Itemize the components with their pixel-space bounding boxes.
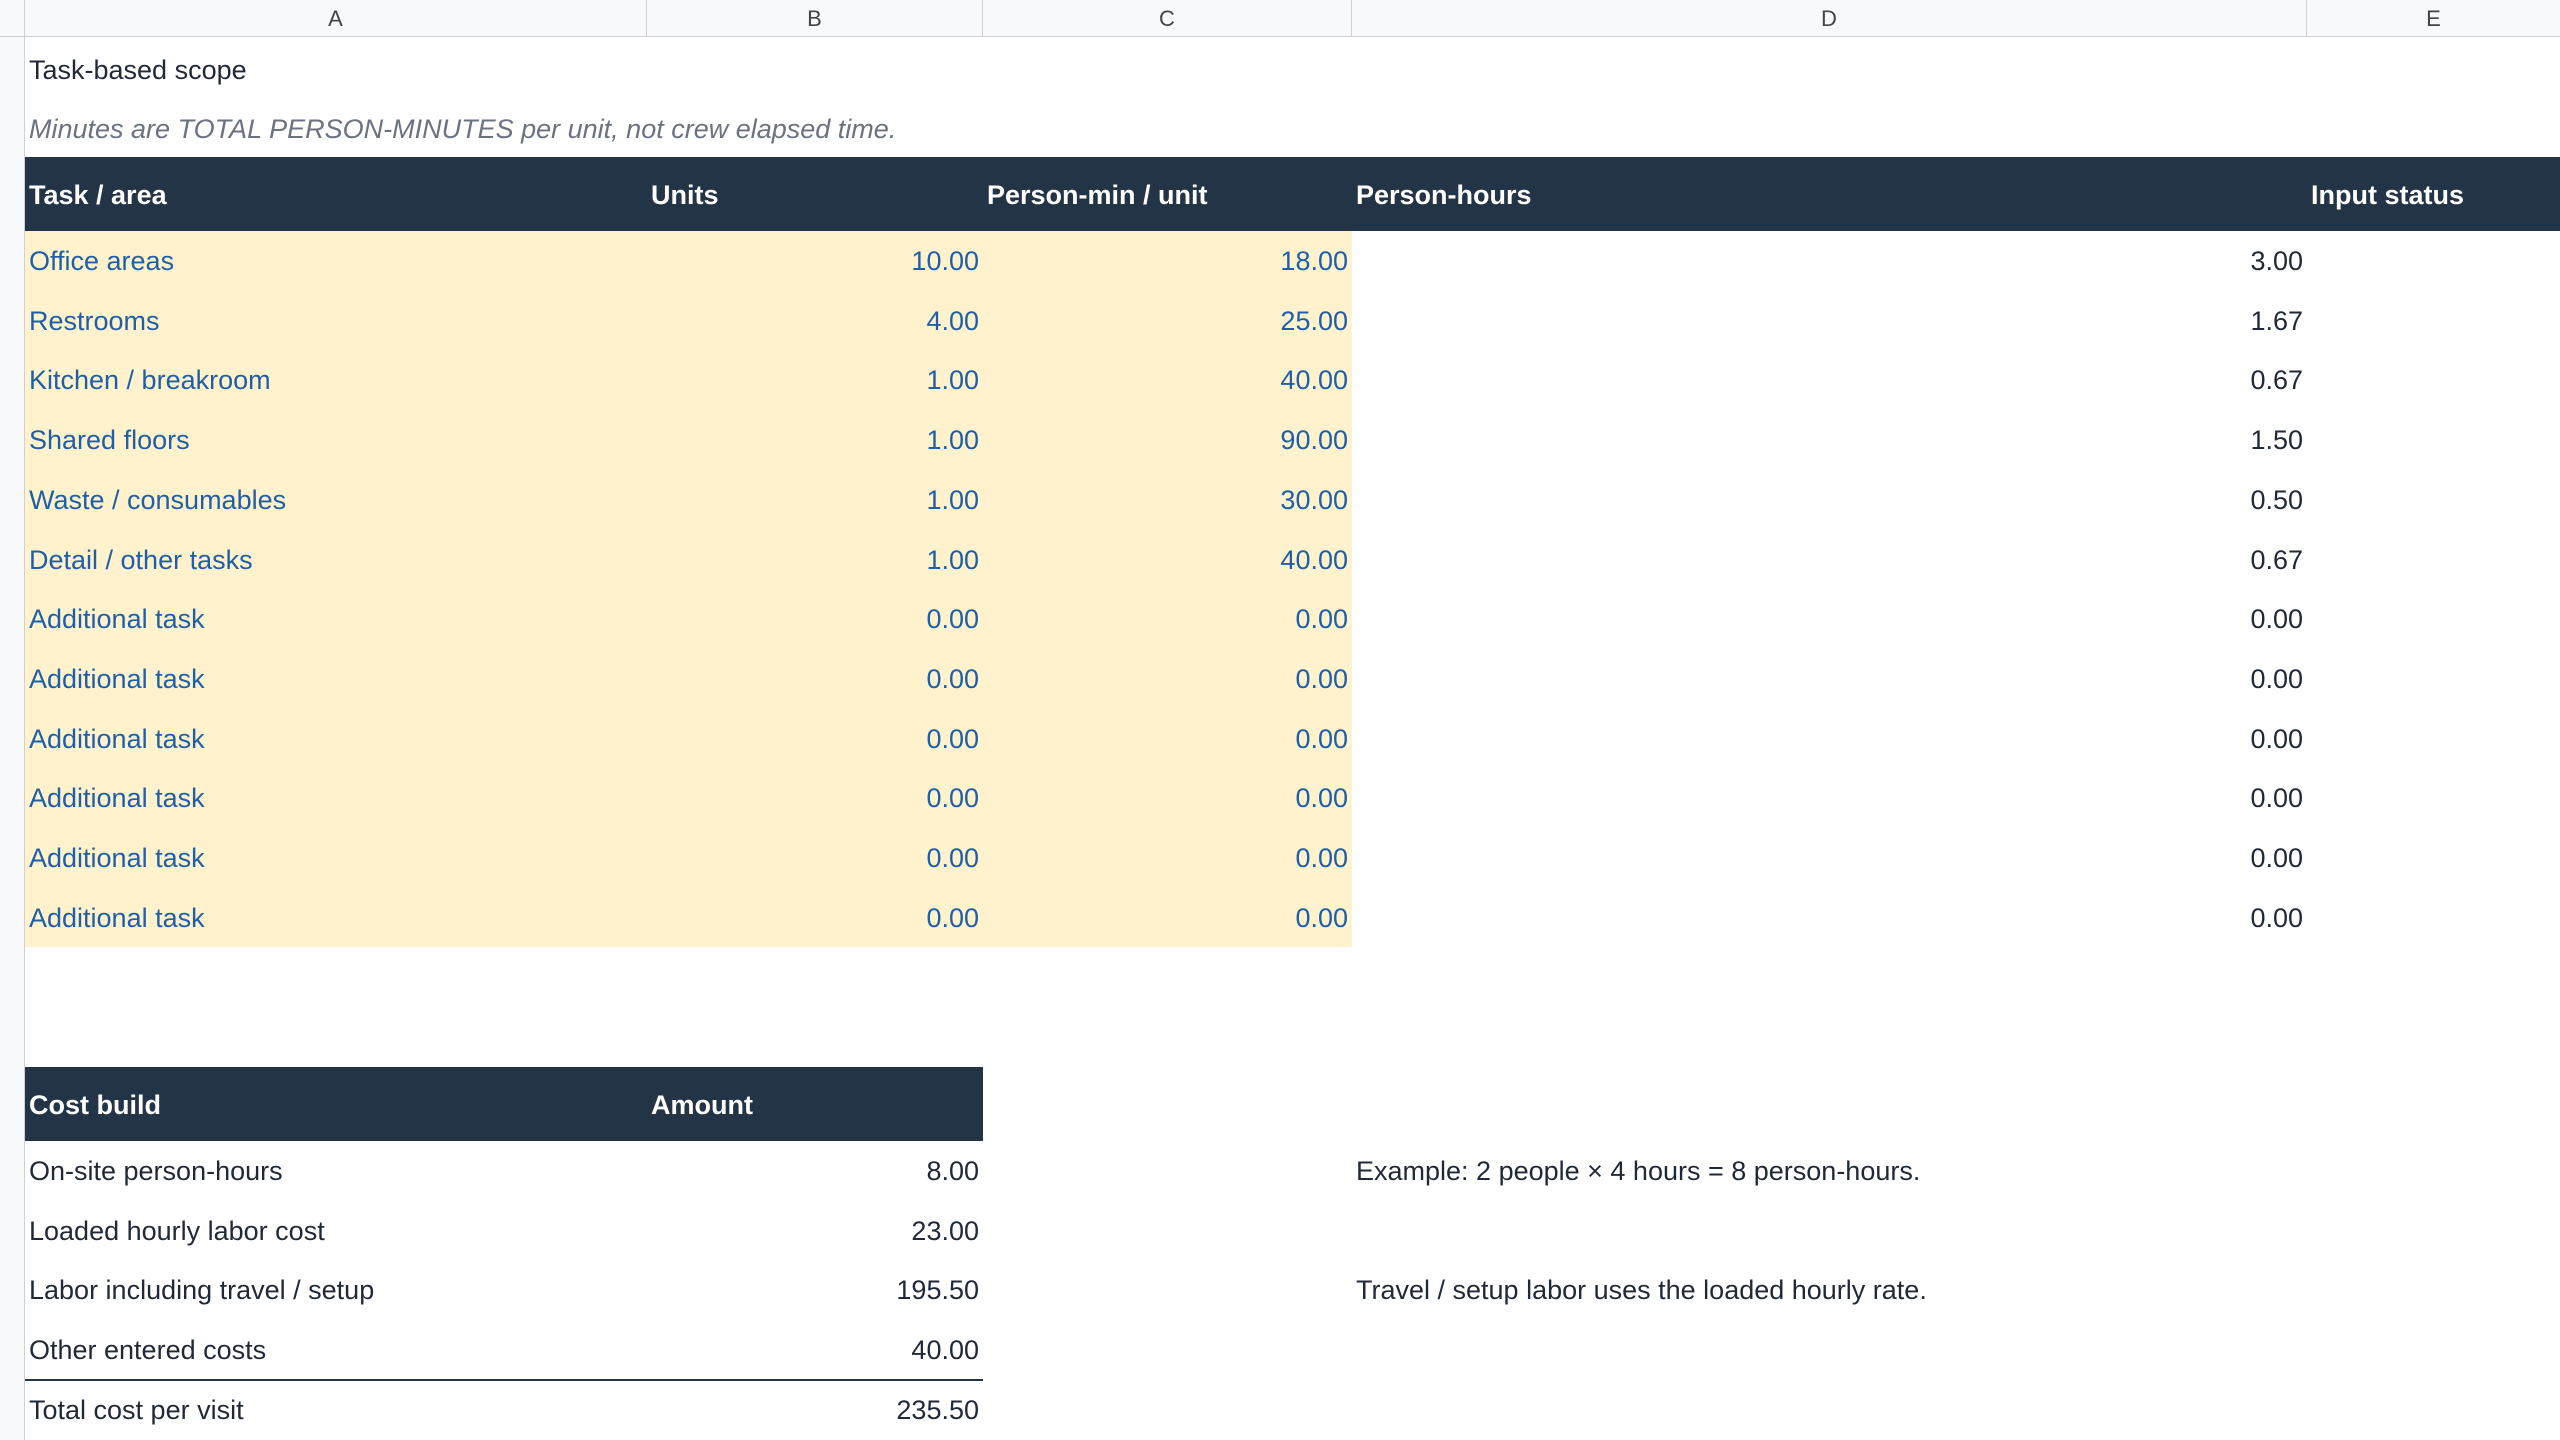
person-min-cell[interactable]: 0.00 bbox=[983, 649, 1352, 709]
units-cell[interactable]: 1.00 bbox=[647, 470, 983, 530]
header-cost-build[interactable]: Cost build bbox=[25, 1067, 647, 1141]
person-min-cell[interactable]: 40.00 bbox=[983, 350, 1352, 410]
row-header-gutter bbox=[0, 37, 25, 1440]
column-header-c[interactable]: C bbox=[983, 0, 1352, 36]
header-person-hours[interactable]: Person-hours bbox=[1352, 157, 2307, 231]
input-status-cell[interactable] bbox=[2307, 231, 2560, 291]
column-header-b[interactable]: B bbox=[647, 0, 983, 36]
input-status-cell[interactable] bbox=[2307, 589, 2560, 649]
input-status-cell[interactable] bbox=[2307, 350, 2560, 410]
column-header-e[interactable]: E bbox=[2307, 0, 2560, 36]
cost-label-cell[interactable]: On-site person-hours bbox=[25, 1141, 647, 1201]
input-status-cell[interactable] bbox=[2307, 709, 2560, 769]
person-min-cell[interactable]: 0.00 bbox=[983, 709, 1352, 769]
task-name-cell[interactable]: Restrooms bbox=[25, 291, 647, 351]
person-min-cell[interactable]: 0.00 bbox=[983, 888, 1352, 948]
person-min-cell[interactable]: 18.00 bbox=[983, 231, 1352, 291]
column-header-bar: A B C D E bbox=[0, 0, 2560, 37]
task-name-cell[interactable]: Additional task bbox=[25, 589, 647, 649]
person-min-cell[interactable]: 40.00 bbox=[983, 530, 1352, 590]
cost-label-cell[interactable]: Labor including travel / setup bbox=[25, 1260, 647, 1320]
task-name-cell[interactable]: Office areas bbox=[25, 231, 647, 291]
task-name-cell[interactable]: Additional task bbox=[25, 768, 647, 828]
sheet-note[interactable]: Minutes are TOTAL PERSON-MINUTES per uni… bbox=[25, 99, 1325, 159]
person-hours-cell[interactable]: 0.00 bbox=[1352, 768, 2307, 828]
units-cell[interactable]: 0.00 bbox=[647, 768, 983, 828]
cost-amount-cell[interactable]: 8.00 bbox=[647, 1141, 983, 1201]
person-hours-cell[interactable]: 1.50 bbox=[1352, 410, 2307, 470]
header-input-status[interactable]: Input status bbox=[2307, 157, 2560, 231]
task-name-cell[interactable]: Additional task bbox=[25, 709, 647, 769]
select-all-corner[interactable] bbox=[0, 0, 25, 36]
task-name-cell[interactable]: Detail / other tasks bbox=[25, 530, 647, 590]
cost-note-cell[interactable]: Travel / setup labor uses the loaded hou… bbox=[1352, 1260, 2307, 1320]
person-min-cell[interactable]: 0.00 bbox=[983, 589, 1352, 649]
header-person-min[interactable]: Person-min / unit bbox=[983, 157, 1352, 231]
column-header-d[interactable]: D bbox=[1352, 0, 2307, 36]
person-min-cell[interactable]: 0.00 bbox=[983, 828, 1352, 888]
person-hours-cell[interactable]: 3.00 bbox=[1352, 231, 2307, 291]
cost-amount-cell[interactable]: 23.00 bbox=[647, 1201, 983, 1261]
input-status-cell[interactable] bbox=[2307, 888, 2560, 948]
units-cell[interactable]: 10.00 bbox=[647, 231, 983, 291]
units-cell[interactable]: 1.00 bbox=[647, 410, 983, 470]
sheet-title[interactable]: Task-based scope bbox=[25, 40, 725, 100]
person-min-cell[interactable]: 0.00 bbox=[983, 768, 1352, 828]
person-hours-cell[interactable]: 0.00 bbox=[1352, 709, 2307, 769]
units-cell[interactable]: 0.00 bbox=[647, 709, 983, 769]
units-cell[interactable]: 1.00 bbox=[647, 530, 983, 590]
header-amount[interactable]: Amount bbox=[647, 1067, 983, 1141]
person-hours-cell[interactable]: 0.67 bbox=[1352, 350, 2307, 410]
units-cell[interactable]: 4.00 bbox=[647, 291, 983, 351]
task-name-cell[interactable]: Waste / consumables bbox=[25, 470, 647, 530]
input-status-cell[interactable] bbox=[2307, 291, 2560, 351]
cost-label-cell[interactable]: Total cost per visit bbox=[25, 1380, 647, 1440]
cost-amount-cell[interactable]: 195.50 bbox=[647, 1260, 983, 1320]
person-hours-cell[interactable]: 0.50 bbox=[1352, 470, 2307, 530]
input-status-cell[interactable] bbox=[2307, 530, 2560, 590]
total-separator-line bbox=[25, 1379, 983, 1381]
task-name-cell[interactable]: Additional task bbox=[25, 649, 647, 709]
person-hours-cell[interactable]: 0.00 bbox=[1352, 888, 2307, 948]
task-name-cell[interactable]: Kitchen / breakroom bbox=[25, 350, 647, 410]
input-status-cell[interactable] bbox=[2307, 768, 2560, 828]
person-hours-cell[interactable]: 0.67 bbox=[1352, 530, 2307, 590]
person-hours-cell[interactable]: 0.00 bbox=[1352, 589, 2307, 649]
column-header-a[interactable]: A bbox=[25, 0, 647, 36]
spreadsheet: A B C D E Task-based scope Minutes are T… bbox=[0, 0, 2560, 1440]
header-task-area[interactable]: Task / area bbox=[25, 157, 647, 231]
input-status-cell[interactable] bbox=[2307, 828, 2560, 888]
units-cell[interactable]: 0.00 bbox=[647, 649, 983, 709]
cost-amount-cell[interactable]: 235.50 bbox=[647, 1380, 983, 1440]
person-hours-cell[interactable]: 0.00 bbox=[1352, 828, 2307, 888]
task-name-cell[interactable]: Shared floors bbox=[25, 410, 647, 470]
task-name-cell[interactable]: Additional task bbox=[25, 888, 647, 948]
units-cell[interactable]: 0.00 bbox=[647, 828, 983, 888]
cost-label-cell[interactable]: Other entered costs bbox=[25, 1320, 647, 1380]
input-status-cell[interactable] bbox=[2307, 649, 2560, 709]
cost-label-cell[interactable]: Loaded hourly labor cost bbox=[25, 1201, 647, 1261]
units-cell[interactable]: 1.00 bbox=[647, 350, 983, 410]
input-status-cell[interactable] bbox=[2307, 470, 2560, 530]
cost-amount-cell[interactable]: 40.00 bbox=[647, 1320, 983, 1380]
person-min-cell[interactable]: 90.00 bbox=[983, 410, 1352, 470]
units-cell[interactable]: 0.00 bbox=[647, 589, 983, 649]
person-min-cell[interactable]: 25.00 bbox=[983, 291, 1352, 351]
input-status-cell[interactable] bbox=[2307, 410, 2560, 470]
person-hours-cell[interactable]: 0.00 bbox=[1352, 649, 2307, 709]
cost-note-cell[interactable]: Example: 2 people × 4 hours = 8 person-h… bbox=[1352, 1141, 2307, 1201]
person-hours-cell[interactable]: 1.67 bbox=[1352, 291, 2307, 351]
person-min-cell[interactable]: 30.00 bbox=[983, 470, 1352, 530]
units-cell[interactable]: 0.00 bbox=[647, 888, 983, 948]
header-units[interactable]: Units bbox=[647, 157, 983, 231]
task-name-cell[interactable]: Additional task bbox=[25, 828, 647, 888]
